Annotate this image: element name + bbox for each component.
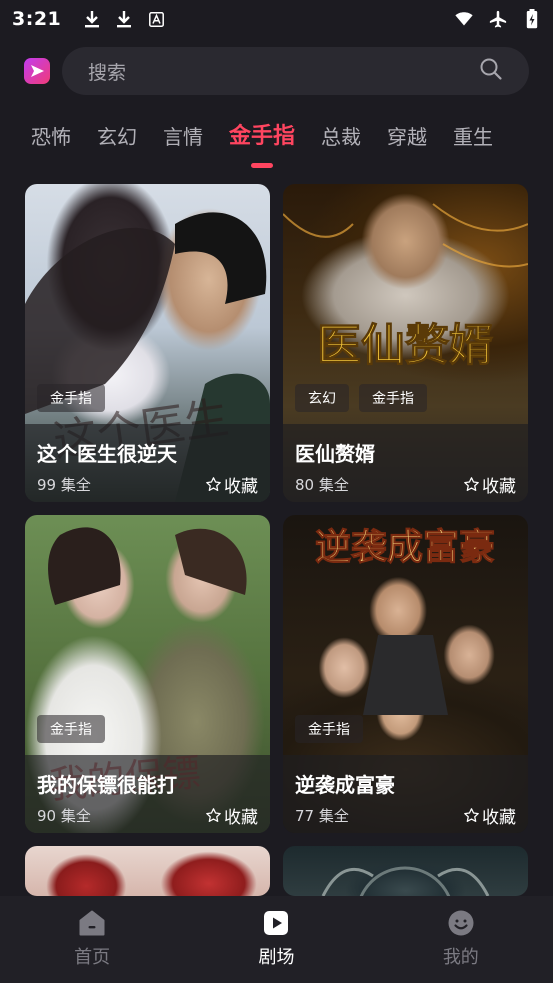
card-info: 这个医生很逆天 99 集全 收藏 xyxy=(25,424,270,502)
search-icon[interactable] xyxy=(479,57,503,85)
profile-icon xyxy=(448,910,474,936)
star-icon xyxy=(206,808,221,823)
episode-count: 77 集全 xyxy=(295,807,349,825)
wifi-icon xyxy=(455,10,473,28)
card-info: 逆袭成富豪 77 集全 收藏 xyxy=(283,755,528,833)
tag: 金手指 xyxy=(295,715,363,743)
star-icon xyxy=(464,477,479,492)
battery-charging-icon xyxy=(523,9,541,29)
download-icon xyxy=(115,10,133,28)
font-icon xyxy=(147,10,165,28)
poster-image xyxy=(283,846,528,896)
search-placeholder: 搜索 xyxy=(88,61,127,84)
poster-title: 逆袭成富豪 xyxy=(315,526,495,568)
tab-golden-finger[interactable]: 金手指 xyxy=(229,118,295,158)
favorite-label: 收藏 xyxy=(482,808,516,828)
status-time: 3:21 xyxy=(12,8,62,30)
tab-fantasy[interactable]: 玄幻 xyxy=(97,118,137,158)
tab-romance[interactable]: 言情 xyxy=(163,118,203,158)
card-info: 我的保镖很能打 90 集全 收藏 xyxy=(25,755,270,833)
nav-profile[interactable]: 我的 xyxy=(369,896,553,983)
header: 搜索 xyxy=(0,46,553,96)
card-title: 我的保镖很能打 xyxy=(37,773,177,797)
episode-count: 99 集全 xyxy=(37,476,91,494)
star-icon xyxy=(206,477,221,492)
play-icon xyxy=(264,911,289,935)
poster-image xyxy=(25,846,270,896)
card-title: 逆袭成富豪 xyxy=(295,773,395,797)
home-icon xyxy=(79,910,105,936)
favorite-label: 收藏 xyxy=(224,808,258,828)
drama-card[interactable] xyxy=(283,846,528,896)
tab-rebirth[interactable]: 重生 xyxy=(453,118,493,158)
card-title: 这个医生很逆天 xyxy=(37,442,177,466)
episode-count: 90 集全 xyxy=(37,807,91,825)
drama-card[interactable]: 这个医生 金手指 这个医生很逆天 99 集全 收藏 xyxy=(25,184,270,502)
nav-theater[interactable]: 剧场 xyxy=(184,896,368,983)
episode-count: 80 集全 xyxy=(295,476,349,494)
tab-horror[interactable]: 恐怖 xyxy=(31,118,71,158)
category-tabs: 恐怖 玄幻 言情 金手指 总裁 穿越 重生 xyxy=(0,118,553,170)
tag: 金手指 xyxy=(37,715,105,743)
drama-card[interactable]: 医仙赘婿 玄幻 金手指 医仙赘婿 80 集全 收藏 xyxy=(283,184,528,502)
drama-card[interactable] xyxy=(25,846,270,896)
poster-title: 医仙赘婿 xyxy=(317,320,493,371)
card-tags: 玄幻 金手指 xyxy=(295,384,427,412)
favorite-label: 收藏 xyxy=(224,477,258,497)
nav-label: 我的 xyxy=(442,947,479,968)
card-tags: 金手指 xyxy=(37,715,105,743)
favorite-button[interactable]: 收藏 xyxy=(205,472,258,497)
card-title: 医仙赘婿 xyxy=(295,442,375,466)
favorite-button[interactable]: 收藏 xyxy=(463,803,516,828)
tab-time-travel[interactable]: 穿越 xyxy=(387,118,427,158)
star-icon xyxy=(464,808,479,823)
card-info: 医仙赘婿 80 集全 收藏 xyxy=(283,424,528,502)
download-icon xyxy=(83,10,101,28)
favorite-button[interactable]: 收藏 xyxy=(463,472,516,497)
drama-card[interactable]: 逆袭成富豪 金手指 逆袭成富豪 77 集全 收藏 xyxy=(283,515,528,833)
tab-ceo[interactable]: 总裁 xyxy=(321,118,361,158)
app-logo xyxy=(24,58,50,84)
favorite-label: 收藏 xyxy=(482,477,516,497)
drama-card[interactable]: 我的保镖 金手指 我的保镖很能打 90 集全 收藏 xyxy=(25,515,270,833)
nav-label: 剧场 xyxy=(258,947,295,968)
card-tags: 金手指 xyxy=(37,384,105,412)
favorite-button[interactable]: 收藏 xyxy=(205,803,258,828)
tag: 玄幻 xyxy=(295,384,349,412)
status-bar: 3:21 xyxy=(0,0,553,38)
card-tags: 金手指 xyxy=(295,715,363,743)
airplane-icon xyxy=(489,10,507,28)
tag: 金手指 xyxy=(359,384,427,412)
bottom-nav: 首页 剧场 我的 xyxy=(0,896,553,983)
nav-label: 首页 xyxy=(74,947,111,968)
search-input[interactable]: 搜索 xyxy=(62,47,529,95)
tag: 金手指 xyxy=(37,384,105,412)
nav-home[interactable]: 首页 xyxy=(0,896,184,983)
